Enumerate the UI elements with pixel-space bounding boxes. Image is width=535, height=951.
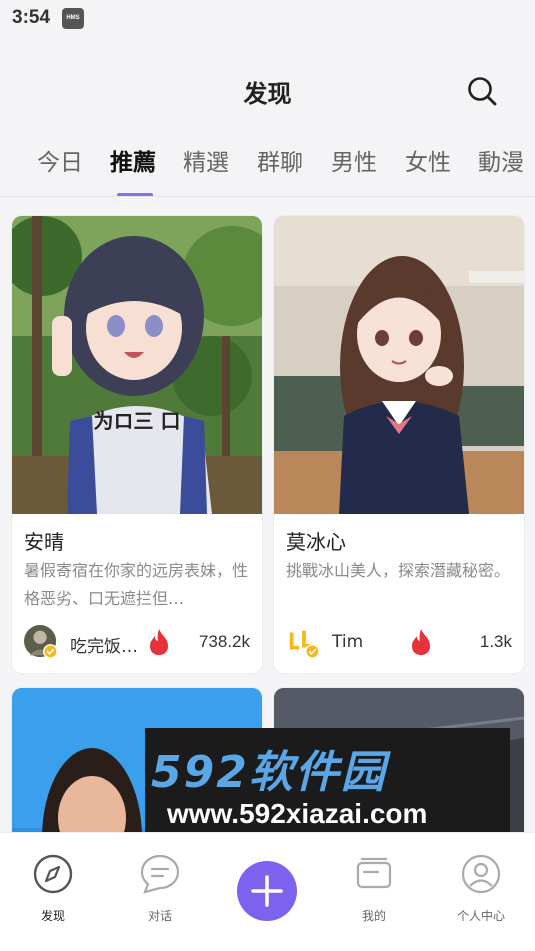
nav-label: 我的 [361,909,386,923]
header: 发现 [0,60,535,120]
create-button[interactable] [237,861,297,921]
compass-icon [33,854,73,894]
chat-bubble-icon [140,854,180,894]
status-bar: 3:54 HMS [0,0,535,40]
fire-icon [150,629,168,655]
character-card[interactable]: 为ロ三 口 安晴 暑假寄宿在你家的远房表妹，性格恶劣、口无遮拦但… 吃完饭… 7… [12,216,262,673]
character-description: 暑假寄宿在你家的远房表妹，性格恶劣、口无遮拦但… [24,561,249,608]
cards-icon [356,857,392,889]
plus-icon [251,875,283,907]
bottom-nav: 发现 对话 我的 个人中心 [0,832,535,951]
fire-icon [412,629,430,655]
character-description: 挑戰冰山美人，探索潛藏秘密。 [286,561,511,580]
shirt-print: 为ロ三 口 [94,409,181,433]
nav-label: 发现 [40,909,65,923]
tab-group-chat[interactable]: 群聊 [257,143,303,177]
nav-label: 对话 [147,909,172,923]
watermark-url: www.592xiazai.com [167,798,428,829]
heat-count: 738.2k [198,632,250,651]
character-name: 莫冰心 [286,530,346,554]
author-avatar[interactable] [286,625,320,659]
tab-recommended[interactable]: 推薦 [110,143,156,177]
author-name[interactable]: Tim [332,632,363,652]
character-image: 为ロ三 口 [12,216,262,514]
author-name[interactable]: 吃完饭… [70,632,138,657]
status-time: 3:54 [12,7,51,28]
nav-mine[interactable]: 我的 [334,853,414,924]
page-title: 发现 [243,80,292,108]
character-card[interactable]: 莫冰心 挑戰冰山美人，探索潛藏秘密。 Tim 1.3k [274,216,524,673]
character-image [274,216,524,514]
active-tab-indicator [117,193,153,196]
heat-count: 1.3k [479,632,512,651]
search-icon[interactable] [465,74,499,108]
verified-badge-icon [305,644,320,659]
nav-discover[interactable]: 发现 [13,853,93,924]
nav-chat[interactable]: 对话 [120,853,200,924]
category-tabs: 今日 推薦 精選 群聊 男性 女性 動漫 [0,135,535,197]
watermark: 592软件园 www.592xiazai.com [145,728,510,842]
tab-male[interactable]: 男性 [331,143,377,177]
author-avatar[interactable] [24,625,58,659]
tab-anime[interactable]: 動漫 [478,143,524,177]
tab-female[interactable]: 女性 [405,143,451,177]
tab-featured[interactable]: 精選 [183,143,229,177]
nav-profile[interactable]: 个人中心 [441,853,521,924]
hms-badge: HMS [62,8,84,29]
user-icon [461,854,501,894]
character-name: 安晴 [24,530,64,554]
tab-today[interactable]: 今日 [37,143,83,177]
verified-badge-icon [43,644,58,659]
watermark-brand: 592软件园 [151,747,387,798]
nav-label: 个人中心 [456,909,505,923]
